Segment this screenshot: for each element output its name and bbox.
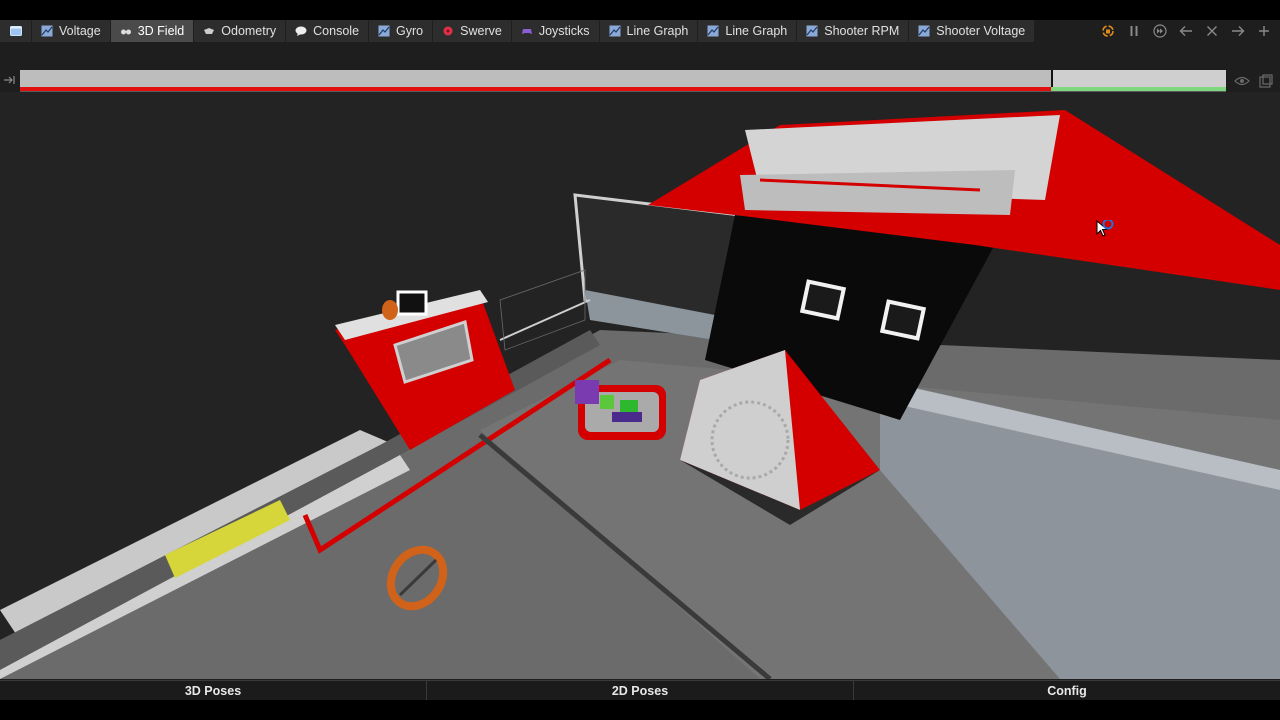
line-graph-icon <box>918 25 930 37</box>
swerve-icon <box>442 25 454 37</box>
tab-label: Shooter Voltage <box>936 24 1026 38</box>
collapse-sidebar-icon[interactable] <box>2 73 16 87</box>
line-graph-icon <box>707 25 719 37</box>
tab-home[interactable] <box>0 20 32 42</box>
tab-config[interactable]: Config <box>854 681 1280 700</box>
tab-label: Line Graph <box>725 24 788 38</box>
video-top-letterbox <box>0 0 1280 20</box>
timeline-disabled-bar <box>20 87 1052 91</box>
tab-label: Voltage <box>59 24 101 38</box>
tab-shooter-rpm[interactable]: Shooter RPM <box>797 20 910 42</box>
arrow-left-icon[interactable] <box>1178 23 1194 39</box>
line-graph-icon <box>378 25 390 37</box>
window-icon <box>9 25 22 37</box>
arrow-right-icon[interactable] <box>1230 23 1246 39</box>
tab-label: Console <box>313 24 360 38</box>
mouse-cursor-icon <box>1096 220 1114 237</box>
plus-icon[interactable] <box>1256 23 1272 39</box>
3d-field-viewport[interactable] <box>0 92 1280 679</box>
bottom-panel-tabs: 3D Poses 2D Poses Config <box>0 680 1280 700</box>
speech-bubble-icon <box>295 25 307 37</box>
eye-icon[interactable] <box>1234 73 1250 89</box>
tab-gyro[interactable]: Gyro <box>369 20 434 42</box>
tab-label: Joysticks <box>538 24 590 38</box>
tab-label: Odometry <box>221 24 277 38</box>
tab-label: 3D Field <box>137 24 185 38</box>
line-graph-icon <box>41 25 53 37</box>
pause-icon[interactable] <box>1126 23 1142 39</box>
popout-icon[interactable] <box>1258 73 1274 89</box>
timeline[interactable] <box>20 70 1226 92</box>
timeline-future-region <box>1053 70 1226 87</box>
tab-label: Swerve <box>460 24 502 38</box>
tab-console[interactable]: Console <box>286 20 370 42</box>
timeline-past-region <box>20 70 1052 87</box>
glasses-icon <box>120 25 132 37</box>
tab-3d-field[interactable]: 3D Field <box>110 20 195 42</box>
tab-2d-poses[interactable]: 2D Poses <box>427 681 854 700</box>
tab-line-graph-2[interactable]: Line Graph <box>698 20 798 42</box>
tab-odometry[interactable]: Odometry <box>194 20 287 42</box>
tab-strip: Voltage 3D Field Odometry Console Gyro S… <box>0 20 1280 42</box>
gamepad-icon <box>521 25 533 37</box>
tab-swerve[interactable]: Swerve <box>433 20 512 42</box>
tab-label: Gyro <box>396 24 424 38</box>
tab-line-graph-1[interactable]: Line Graph <box>599 20 699 42</box>
playback-controls <box>1100 20 1272 42</box>
video-bottom-letterbox <box>0 700 1280 720</box>
robot-icon <box>203 25 215 37</box>
lock-icon[interactable] <box>1100 23 1116 39</box>
timeline-tools <box>1234 73 1274 89</box>
tab-3d-poses[interactable]: 3D Poses <box>0 681 427 700</box>
tab-voltage[interactable]: Voltage <box>32 20 111 42</box>
tab-label: Line Graph <box>626 24 689 38</box>
timeline-row <box>0 70 1280 92</box>
fast-forward-icon[interactable] <box>1152 23 1168 39</box>
tab-joysticks[interactable]: Joysticks <box>511 20 600 42</box>
field-render <box>0 92 1280 679</box>
close-icon[interactable] <box>1204 23 1220 39</box>
line-graph-icon <box>806 25 818 37</box>
timeline-cursor[interactable] <box>1051 70 1054 87</box>
timeline-enabled-bar <box>1051 87 1226 91</box>
line-graph-icon <box>609 25 621 37</box>
tab-shooter-voltage[interactable]: Shooter Voltage <box>909 20 1036 42</box>
tab-label: Shooter RPM <box>824 24 900 38</box>
